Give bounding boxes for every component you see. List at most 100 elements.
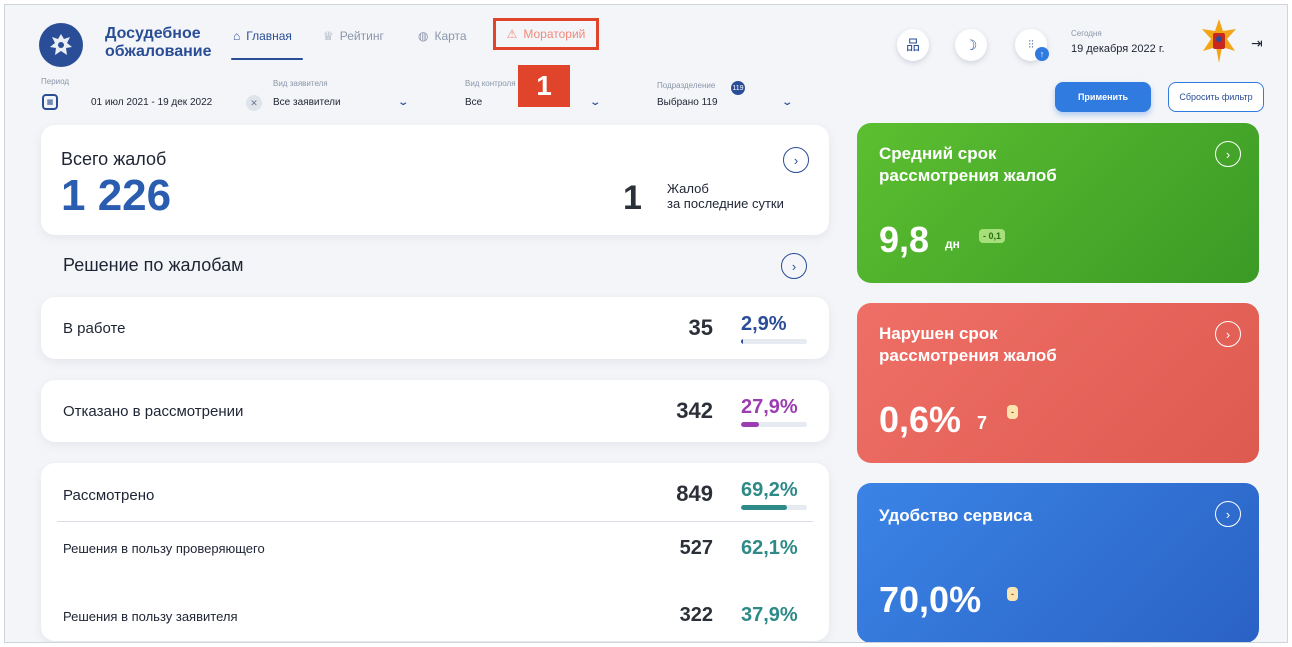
row-percent: 69,2% — [741, 479, 798, 501]
nav-rating[interactable]: ♕ Рейтинг — [323, 29, 384, 43]
chevron-right-icon[interactable]: › — [1215, 141, 1241, 167]
arrow-up-icon: ↑ — [1035, 47, 1049, 61]
row-progress-fill — [741, 505, 787, 510]
nav-home-label: Главная — [246, 29, 292, 43]
nav-rating-label: Рейтинг — [339, 29, 384, 43]
last-day-count: 1 — [623, 179, 642, 217]
overdue-title-line2: рассмотрения жалоб — [879, 346, 1057, 365]
chevron-right-icon[interactable]: › — [1215, 321, 1241, 347]
row-count: 849 — [676, 481, 713, 506]
nav-map-label: Карта — [434, 29, 467, 43]
decision-row-in-progress[interactable]: В работе 35 2,9% — [41, 297, 829, 359]
last-day-label: Жалоб за последние сутки — [667, 181, 784, 211]
last-day-label-line2: за последние сутки — [667, 196, 784, 211]
row-progress-bar — [741, 505, 807, 510]
overdue-count: 7 — [977, 413, 988, 433]
chevron-down-icon[interactable]: ⌄ — [589, 97, 601, 108]
globe-icon: ◍ — [418, 29, 429, 43]
emblem-logo[interactable] — [39, 23, 83, 67]
sub-row-label: Решения в пользу заявителя — [63, 609, 238, 624]
trophy-icon: ♕ — [323, 29, 334, 43]
service-delta-badge: - — [1007, 587, 1018, 601]
nav-active-indicator — [231, 58, 303, 60]
logout-icon[interactable]: ⇥ — [1251, 35, 1263, 52]
row-progress-fill — [741, 339, 743, 344]
nav-home[interactable]: ⌂ Главная — [233, 29, 292, 43]
overdue-value: 0,6% — [879, 399, 962, 440]
home-icon: ⌂ — [233, 29, 241, 43]
total-value: 1 226 — [61, 171, 172, 220]
moon-icon: ☽ — [964, 36, 978, 53]
clear-icon[interactable]: ✕ — [246, 95, 262, 111]
applicant-select[interactable]: Все заявители — [273, 97, 341, 108]
avg-term-delta-badge: - 0,1 — [979, 229, 1006, 243]
theme-toggle-button[interactable]: ☽ — [955, 29, 987, 61]
structure-button[interactable]: 品 — [897, 29, 929, 61]
chevron-right-icon[interactable]: › — [1215, 501, 1241, 527]
row-percent: 2,9% — [741, 313, 787, 335]
applicant-label: Вид заявителя — [273, 79, 328, 88]
division-label: Подразделение — [657, 81, 716, 90]
division-count-badge: 119 — [731, 81, 745, 95]
avg-term-tile[interactable]: Средний срок рассмотрения жалоб › 9,8 дн… — [857, 123, 1259, 283]
apply-button[interactable]: Применить — [1055, 82, 1151, 112]
overdue-tile[interactable]: Нарушен срок рассмотрения жалоб › 0,6% 7… — [857, 303, 1259, 463]
division-select[interactable]: Выбрано 119 — [657, 97, 718, 108]
decision-row-reviewed[interactable]: Рассмотрено 849 69,2% Решения в пользу п… — [41, 463, 829, 641]
divider — [57, 521, 813, 522]
sub-row-percent: 62,1% — [741, 537, 798, 559]
app-title[interactable]: Досудебное обжалование — [105, 25, 212, 61]
row-count: 342 — [676, 398, 713, 423]
row-progress-bar — [741, 339, 807, 344]
period-label: Период — [41, 77, 70, 86]
last-day-label-line1: Жалоб — [667, 181, 709, 196]
chevron-right-icon[interactable]: › — [783, 147, 809, 173]
sitemap-icon: 品 — [906, 37, 920, 53]
total-complaints-card[interactable]: Всего жалоб 1 226 1 Жалоб за последние с… — [41, 125, 829, 235]
nav-moratorium[interactable]: ⚠ Мораторий — [493, 18, 599, 50]
row-percent: 27,9% — [741, 396, 798, 418]
chevron-down-icon[interactable]: ⌄ — [397, 97, 409, 108]
control-select[interactable]: Все — [465, 97, 482, 108]
avg-term-title-line2: рассмотрения жалоб — [879, 166, 1057, 185]
sub-row-percent: 37,9% — [741, 604, 798, 626]
warning-icon: ⚠ — [506, 27, 518, 41]
sliders-icon: ⫶⫶ — [1028, 38, 1034, 51]
chevron-down-icon[interactable]: ⌄ — [781, 97, 793, 108]
sub-row-label: Решения в пользу проверяющего — [63, 541, 265, 556]
control-label: Вид контроля — [465, 79, 516, 88]
today-date: 19 декабря 2022 г. — [1071, 43, 1165, 55]
chevron-right-icon[interactable]: › — [781, 253, 807, 279]
total-title: Всего жалоб — [61, 149, 167, 169]
app-window: Досудебное обжалование ⌂ Главная ♕ Рейти… — [4, 4, 1288, 643]
annotation-badge: 1 — [518, 65, 570, 107]
avg-term-value: 9,8 — [879, 219, 930, 260]
emchs-emblem-icon — [1199, 17, 1239, 67]
service-value: 70,0% — [879, 579, 982, 620]
avg-term-title-line1: Средний срок — [879, 144, 997, 163]
app-title-line2: обжалование — [105, 43, 212, 60]
row-label: Рассмотрено — [63, 487, 155, 504]
decision-row-rejected[interactable]: Отказано в рассмотрении 342 27,9% — [41, 380, 829, 442]
overdue-title-line1: Нарушен срок — [879, 324, 998, 343]
service-convenience-tile[interactable]: Удобство сервиса › 70,0% - — [857, 483, 1259, 642]
today-label: Сегодня — [1071, 29, 1102, 38]
calendar-icon[interactable]: ▦ — [42, 94, 58, 110]
row-progress-bar — [741, 422, 807, 427]
avg-term-unit: дн — [945, 237, 960, 251]
sub-row-count: 527 — [679, 537, 713, 559]
app-title-line1: Досудебное — [105, 25, 201, 42]
row-progress-fill — [741, 422, 760, 427]
row-count: 35 — [688, 315, 713, 340]
row-label: Отказано в рассмотрении — [63, 403, 244, 420]
reset-filter-button[interactable]: Сбросить фильтр — [1168, 82, 1264, 112]
period-field[interactable]: 01 июл 2021 - 19 дек 2022 — [91, 97, 212, 108]
nav-map[interactable]: ◍ Карта — [418, 29, 467, 43]
sub-row-count: 322 — [679, 604, 713, 626]
service-title: Удобство сервиса — [879, 506, 1033, 525]
decisions-title: Решение по жалобам — [63, 255, 244, 275]
row-label: В работе — [63, 320, 126, 337]
avg-term-title: Средний срок рассмотрения жалоб — [879, 143, 1057, 187]
nav-moratorium-label: Мораторий — [523, 27, 586, 41]
overdue-delta-badge: - — [1007, 405, 1018, 419]
